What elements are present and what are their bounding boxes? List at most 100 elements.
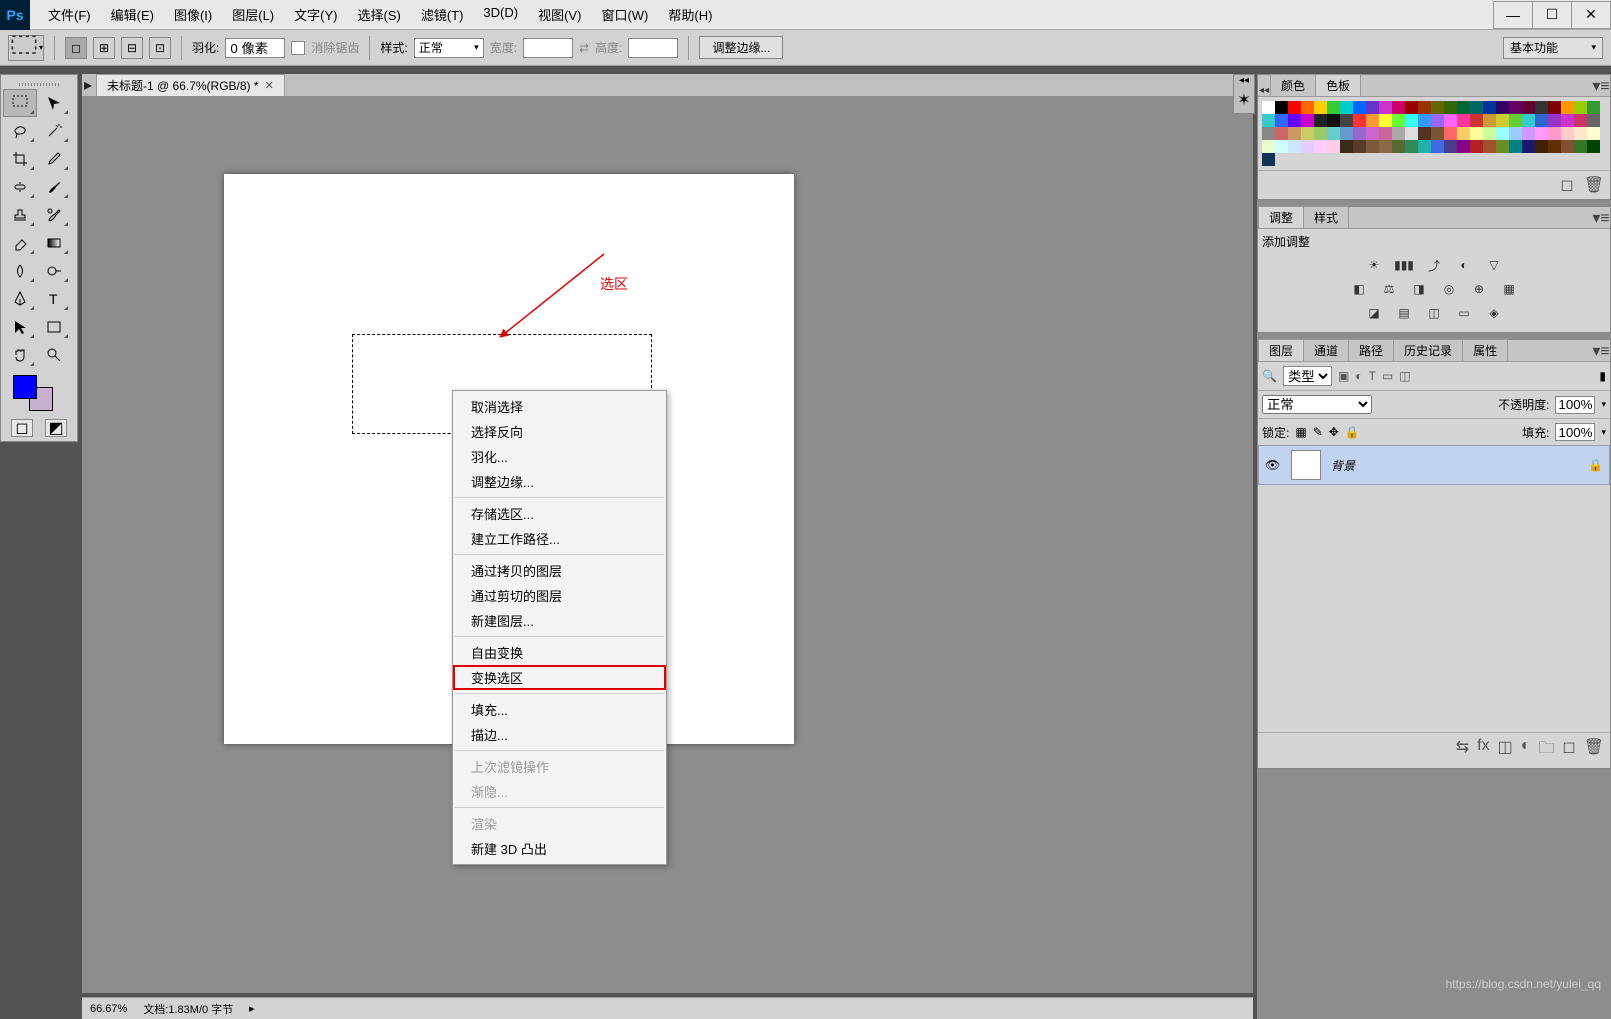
swatch[interactable] — [1535, 101, 1548, 114]
zoom-readout[interactable]: 66.67% — [90, 1003, 127, 1015]
swatch[interactable] — [1301, 114, 1314, 127]
context-menu-item[interactable]: 羽化... — [453, 444, 666, 469]
swatch[interactable] — [1470, 114, 1483, 127]
close-tab-icon[interactable]: ✕ — [265, 79, 274, 92]
fill-input[interactable] — [1555, 423, 1595, 441]
bw-icon[interactable]: ◨ — [1409, 280, 1429, 298]
swatch[interactable] — [1587, 127, 1600, 140]
filter-smart-icon[interactable]: ◫ — [1399, 369, 1410, 383]
swatch[interactable] — [1587, 101, 1600, 114]
swatch[interactable] — [1353, 114, 1366, 127]
maximize-button[interactable]: ☐ — [1532, 1, 1572, 29]
swatch[interactable] — [1522, 101, 1535, 114]
visibility-icon[interactable]: 👁 — [1265, 458, 1281, 472]
swatch[interactable] — [1457, 127, 1470, 140]
swatch[interactable] — [1496, 114, 1509, 127]
swatch[interactable] — [1314, 101, 1327, 114]
panel-menu-icon[interactable]: ▾≡ — [1592, 76, 1610, 96]
selection-add-icon[interactable]: ⊞ — [93, 37, 115, 59]
swatch[interactable] — [1561, 140, 1574, 153]
swatch[interactable] — [1496, 127, 1509, 140]
menu-item[interactable]: 视图(V) — [528, 5, 591, 24]
context-menu-item[interactable]: 建立工作路径... — [453, 526, 666, 551]
quickmask-mode-icon[interactable]: ◩ — [45, 419, 67, 437]
swatch[interactable] — [1379, 101, 1392, 114]
swatch[interactable] — [1301, 140, 1314, 153]
menu-item[interactable]: 帮助(H) — [658, 5, 722, 24]
swatch[interactable] — [1366, 114, 1379, 127]
color-lookup-icon[interactable]: ▦ — [1499, 280, 1519, 298]
swatch[interactable] — [1379, 127, 1392, 140]
swatch[interactable] — [1431, 127, 1444, 140]
swatch[interactable] — [1548, 140, 1561, 153]
context-menu-item[interactable]: 通过剪切的图层 — [453, 583, 666, 608]
heal-brush-tool-icon[interactable] — [3, 173, 37, 201]
filter-adjust-icon[interactable]: ◐ — [1355, 369, 1362, 383]
swatch[interactable] — [1288, 127, 1301, 140]
color-balance-icon[interactable]: ⚖ — [1379, 280, 1399, 298]
swatch[interactable] — [1470, 140, 1483, 153]
document-tab[interactable]: 未标题-1 @ 66.7%(RGB/8) * ✕ — [96, 74, 285, 96]
rect-marquee-tool-icon[interactable] — [3, 89, 37, 117]
refine-edge-button[interactable]: 调整边缘... — [699, 36, 783, 59]
new-layer-icon[interactable]: ◻ — [1562, 737, 1575, 764]
magic-wand-tool-icon[interactable] — [37, 117, 71, 145]
swatch[interactable] — [1392, 140, 1405, 153]
brightness-icon[interactable]: ☀ — [1364, 256, 1384, 274]
swatch[interactable] — [1574, 114, 1587, 127]
swatch[interactable] — [1457, 114, 1470, 127]
swatch[interactable] — [1353, 127, 1366, 140]
tab-layers[interactable]: 图层 — [1258, 339, 1304, 361]
swatch[interactable] — [1288, 114, 1301, 127]
swatch[interactable] — [1405, 101, 1418, 114]
swatch[interactable] — [1483, 114, 1496, 127]
gradient-map-icon[interactable]: ▭ — [1454, 304, 1474, 322]
swatch[interactable] — [1327, 101, 1340, 114]
menu-item[interactable]: 3D(D) — [473, 5, 528, 24]
gradient-tool-icon[interactable] — [37, 229, 71, 257]
swatch[interactable] — [1327, 114, 1340, 127]
minimize-button[interactable]: — — [1493, 1, 1533, 29]
selective-color-icon[interactable]: ◈ — [1484, 304, 1504, 322]
feather-input[interactable] — [225, 38, 285, 58]
swatch[interactable] — [1509, 114, 1522, 127]
swatch[interactable] — [1574, 101, 1587, 114]
swatch[interactable] — [1275, 140, 1288, 153]
edit-standard-mode-icon[interactable]: ◻ — [11, 419, 33, 437]
stamp-tool-icon[interactable] — [3, 201, 37, 229]
swatch[interactable] — [1366, 127, 1379, 140]
photo-filter-icon[interactable]: ◎ — [1439, 280, 1459, 298]
swatch[interactable] — [1314, 140, 1327, 153]
canvas-area[interactable]: 选区 取消选择选择反向羽化...调整边缘...存储选区...建立工作路径...通… — [82, 96, 1253, 993]
panel-menu-icon[interactable]: ▾≡ — [1592, 341, 1610, 361]
filter-toggle-icon[interactable]: ▮ — [1599, 369, 1606, 383]
swatch[interactable] — [1314, 127, 1327, 140]
swatch[interactable] — [1392, 127, 1405, 140]
swatch[interactable] — [1444, 101, 1457, 114]
swatch[interactable] — [1405, 114, 1418, 127]
swatch[interactable] — [1483, 101, 1496, 114]
blend-mode-select[interactable]: 正常 — [1262, 395, 1372, 414]
swatch[interactable] — [1444, 140, 1457, 153]
tab-styles[interactable]: 样式 — [1303, 206, 1349, 228]
eyedropper-tool-icon[interactable] — [37, 145, 71, 173]
swatch[interactable] — [1379, 114, 1392, 127]
hand-tool-icon[interactable] — [3, 341, 37, 369]
hue-sat-icon[interactable]: ◧ — [1349, 280, 1369, 298]
shape-tool-icon[interactable] — [37, 313, 71, 341]
new-group-icon[interactable]: 🗀 — [1538, 737, 1554, 764]
context-menu-item[interactable]: 新建 3D 凸出 — [453, 836, 666, 861]
context-menu-item[interactable]: 存储选区... — [453, 501, 666, 526]
filter-pixel-icon[interactable]: ▣ — [1338, 369, 1349, 383]
channel-mixer-icon[interactable]: ⊕ — [1469, 280, 1489, 298]
menu-item[interactable]: 图层(L) — [222, 5, 284, 24]
swatch[interactable] — [1353, 101, 1366, 114]
workspace-switcher[interactable]: 基本功能▾ — [1503, 37, 1603, 59]
mini-brush-icon[interactable]: ✶ — [1234, 87, 1254, 113]
context-menu-item[interactable]: 取消选择 — [453, 394, 666, 419]
swatch[interactable] — [1444, 114, 1457, 127]
layer-fx-icon[interactable]: fx — [1477, 737, 1489, 764]
swatch[interactable] — [1561, 127, 1574, 140]
color-swatches[interactable] — [3, 373, 75, 413]
swatch[interactable] — [1340, 114, 1353, 127]
